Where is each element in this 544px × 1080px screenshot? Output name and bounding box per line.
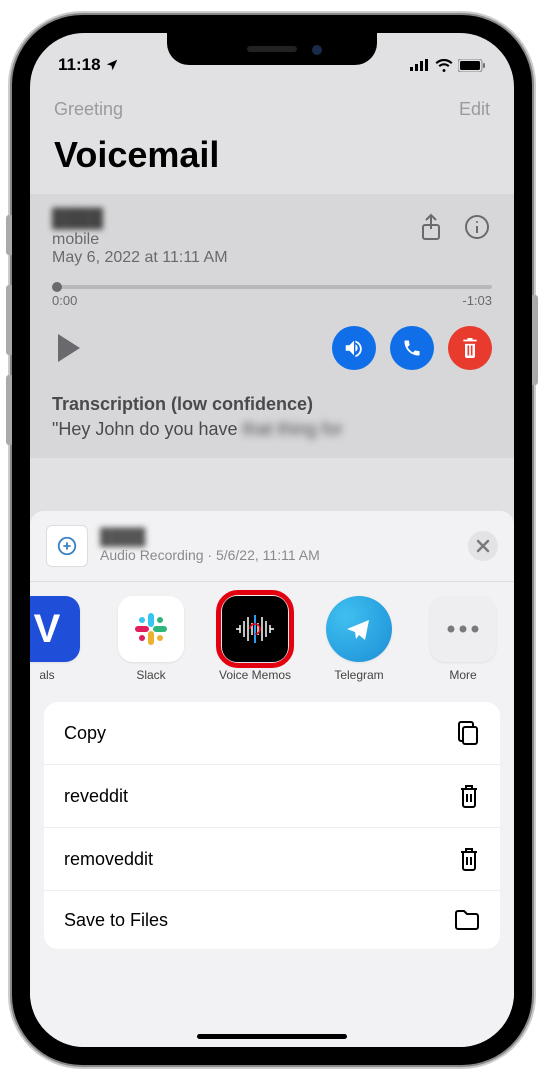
caller-type: mobile [52, 231, 228, 249]
call-button[interactable] [390, 326, 434, 370]
folder-icon [454, 909, 480, 931]
voicemail-card: ████ mobile May 6, 2022 at 11:11 AM [30, 194, 514, 458]
status-time: 11:18 [58, 55, 101, 75]
page-title: Voicemail [30, 124, 514, 194]
share-app-slack[interactable]: Slack [108, 596, 194, 682]
action-reveddit[interactable]: reveddit [44, 765, 500, 828]
share-item-subtitle: Audio Recording · 5/6/22, 11:11 AM [100, 547, 456, 563]
action-save-to-files[interactable]: Save to Files [44, 891, 500, 949]
transcription-label: Transcription (low confidence) [52, 394, 492, 415]
copy-icon [456, 720, 480, 746]
transcription-text: "Hey John do you have that thing for [52, 419, 492, 440]
trash-icon [458, 783, 480, 809]
share-app-row[interactable]: V als [30, 582, 514, 696]
share-icon[interactable] [416, 212, 446, 242]
action-copy[interactable]: Copy [44, 702, 500, 765]
notch [167, 33, 377, 65]
share-app-partial[interactable]: V als [30, 596, 90, 682]
home-indicator[interactable] [197, 1034, 347, 1039]
action-removeddit[interactable]: removeddit [44, 828, 500, 891]
signal-icon [410, 59, 430, 71]
greeting-button[interactable]: Greeting [54, 99, 123, 120]
share-app-more[interactable]: More [420, 596, 506, 682]
edit-button[interactable]: Edit [459, 99, 490, 120]
voicemail-date: May 6, 2022 at 11:11 AM [52, 249, 228, 267]
caller-name: ████ [52, 208, 228, 229]
share-thumbnail-icon [46, 525, 88, 567]
close-icon[interactable] [468, 531, 498, 561]
time-remaining: -1:03 [462, 293, 492, 308]
wifi-icon [435, 59, 453, 72]
battery-icon [458, 59, 486, 72]
info-icon[interactable] [462, 212, 492, 242]
screen: 11:18 [30, 33, 514, 1047]
trash-icon [458, 846, 480, 872]
share-app-voice-memos[interactable]: Voice Memos [212, 596, 298, 682]
time-elapsed: 0:00 [52, 293, 77, 308]
share-item-title: ████ [100, 529, 456, 547]
share-sheet: ████ Audio Recording · 5/6/22, 11:11 AM … [30, 511, 514, 1047]
share-actions-list: Copy reveddit removeddit [44, 702, 500, 949]
share-app-telegram[interactable]: Telegram [316, 596, 402, 682]
speaker-button[interactable] [332, 326, 376, 370]
highlight-ring [216, 590, 294, 668]
phone-frame: 11:18 [12, 15, 532, 1065]
nav-bar: Greeting Edit [30, 83, 514, 124]
play-button[interactable] [58, 334, 80, 362]
delete-button[interactable] [448, 326, 492, 370]
location-icon [105, 58, 119, 72]
progress-slider[interactable] [52, 285, 492, 289]
